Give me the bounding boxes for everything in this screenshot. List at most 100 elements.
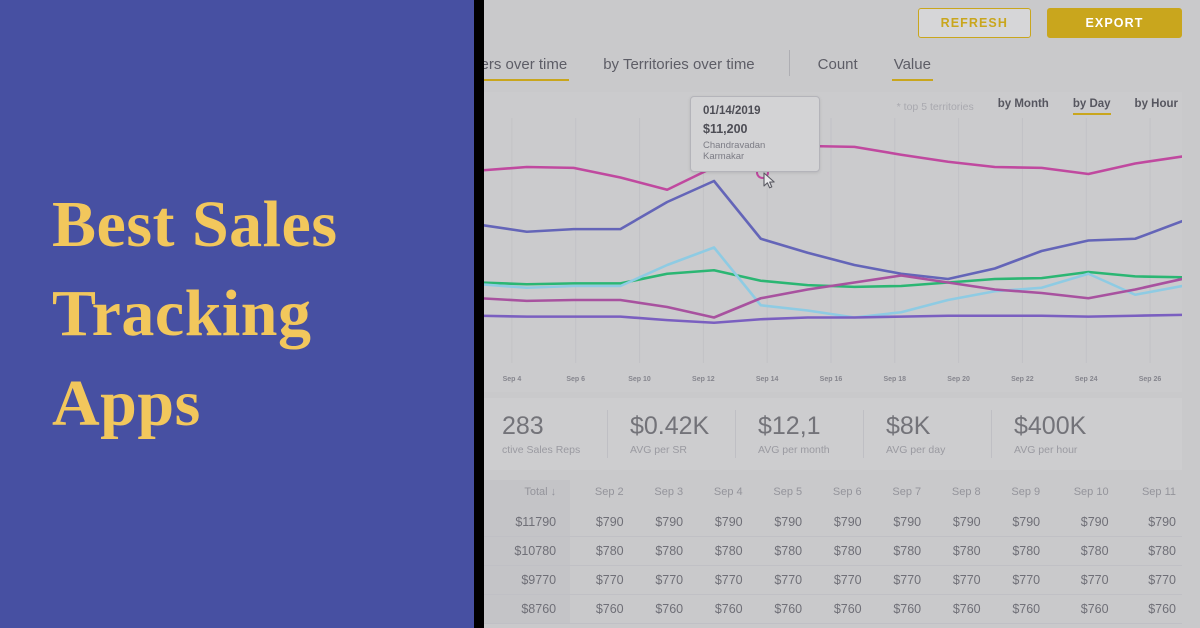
table-column-header[interactable]: Total ↓ [480, 480, 571, 508]
table-cell: $780 [774, 544, 803, 558]
table-cell: $780 [595, 544, 624, 558]
export-button[interactable]: EXPORT [1047, 8, 1182, 38]
line-chart: * top 5 territories by Month by Day by H… [480, 92, 1182, 392]
table-cell: $760 [714, 602, 743, 616]
table-cell: $790 [595, 515, 624, 529]
promo-title: Best Sales Tracking Apps [52, 188, 338, 440]
table-cell: $760 [774, 602, 803, 616]
table-cell: $760 [1012, 602, 1041, 616]
table-cell: $760 [893, 602, 922, 616]
table-cell: $790 [893, 515, 922, 529]
tab-value[interactable]: Value [891, 52, 934, 82]
table-header-row: Total ↓ Sep 2 Sep 3 Sep 4 Sep 5 Sep 6 Sep 7 Sep… [480, 480, 1182, 508]
table-row[interactable]: $8760 $760 $760 $760 $760 $760 $760 $760 $760 $76… [480, 594, 1182, 624]
table-column-header[interactable]: Sep 4 [689, 480, 749, 508]
tooltip-value: $11,200 [703, 122, 748, 136]
table-cell: $770 [1012, 573, 1041, 587]
x-axis-tick: Sep 24 [1074, 376, 1098, 383]
kpi-value: $12,1 [758, 412, 821, 441]
promo-panel: Best Sales Tracking Apps [0, 0, 474, 628]
table-cell: $790 [774, 515, 803, 529]
table-cell: $770 [714, 573, 743, 587]
kpi-label: AVG per month [758, 443, 830, 456]
table-row[interactable]: $9770 $770 $770 $770 $770 $770 $770 $770 $770 $77… [480, 565, 1182, 595]
range-by-hour[interactable]: by Hour [1135, 98, 1178, 115]
table-cell: $770 [655, 573, 684, 587]
tab-count[interactable]: Count [816, 52, 860, 82]
nav-divider [788, 50, 790, 76]
table-cell: $790 [1012, 515, 1041, 529]
kpi-value: $8K [886, 412, 931, 441]
kpi-cell: $12,1 AVG per month [736, 410, 864, 458]
x-axis-tick: Sep 20 [947, 376, 970, 383]
table-column-header[interactable]: Sep 6 [808, 480, 868, 508]
table-cell: $790 [714, 515, 743, 529]
table-cell: $780 [833, 544, 862, 558]
table-column-header[interactable]: Sep 7 [868, 480, 928, 508]
kpi-value: 283 [502, 412, 544, 441]
x-axis-tick: Sep 18 [883, 376, 907, 383]
table-cell: $760 [1080, 602, 1109, 616]
table-cell: $780 [714, 544, 743, 558]
kpi-row: 283 ctive Sales Reps $0.42K AVG per SR $12,1… [480, 398, 1182, 470]
x-axis-tick: Sep 22 [1011, 376, 1034, 383]
table-row[interactable]: $10780 $780 $780 $780 $780 $780 $780 $780 $780 $7… [480, 536, 1182, 566]
x-axis-tick: Sep 16 [819, 376, 843, 383]
table-column-header[interactable]: Sep 9 [987, 480, 1047, 508]
table-cell: $780 [1148, 544, 1176, 558]
table-cell: $790 [833, 515, 862, 529]
table-cell: $790 [1148, 515, 1176, 529]
chart-plot-area [480, 118, 1182, 363]
table-cell: $790 [952, 515, 981, 529]
table-cell: $780 [1080, 544, 1109, 558]
x-axis-tick: Sep 12 [692, 376, 715, 383]
table-cell: $770 [1148, 573, 1176, 587]
table-column-header[interactable]: Sep 11 [1115, 480, 1182, 508]
refresh-button[interactable]: REFRESH [917, 8, 1031, 38]
range-by-day[interactable]: by Day [1072, 98, 1111, 115]
chart-tooltip: 01/14/2019 $11,200 Chandravadan Karmakar [690, 96, 820, 172]
kpi-label: AVG per SR [630, 443, 687, 456]
kpi-cell: $0.42K AVG per SR [608, 410, 736, 458]
x-axis-tick: Sep 4 [502, 376, 522, 383]
x-axis-tick: Sep 10 [628, 376, 651, 383]
x-axis-tick: Sep 26 [1138, 376, 1162, 383]
kpi-cell: 283 ctive Sales Reps [480, 410, 608, 458]
table-cell: $780 [893, 544, 922, 558]
table-cell: $780 [952, 544, 981, 558]
tooltip-date: 01/14/2019 [703, 105, 761, 117]
table-column-header[interactable]: Sep 2 [570, 480, 630, 508]
chart-x-axis: Sep 4 Sep 6 Sep 10 Sep 12 Sep 14 Sep 16 Sep 18… [480, 376, 1182, 390]
x-axis-tick: Sep 14 [755, 376, 779, 383]
table-column-header[interactable]: Sep 8 [927, 480, 987, 508]
table-cell: $790 [1080, 515, 1109, 529]
table-cell: $10780 [480, 536, 571, 566]
table-cell: $760 [595, 602, 624, 616]
chart-range-controls: * top 5 territories by Month by Day by H… [897, 98, 1178, 115]
table-cell: $790 [655, 515, 684, 529]
kpi-label: AVG per day [886, 443, 946, 456]
table-cell: $770 [774, 573, 803, 587]
table-cell: $770 [833, 573, 862, 587]
kpi-value: $0.42K [630, 412, 710, 441]
top-territories-note: * top 5 territories [896, 100, 974, 113]
kpi-cell: $8K AVG per day [864, 410, 992, 458]
table-cell: $760 [1148, 602, 1176, 616]
table-cell: $780 [1012, 544, 1041, 558]
tab-by-territories-over-time[interactable]: by Territories over time [601, 52, 756, 82]
table-column-header[interactable]: Sep 3 [630, 480, 690, 508]
table-cell: $770 [893, 573, 922, 587]
table-cell: $770 [1080, 573, 1109, 587]
mouse-cursor-icon [763, 172, 775, 189]
table-column-header[interactable]: Sep 10 [1046, 480, 1114, 508]
table-row[interactable]: $11790 $790 $790 $790 $790 $790 $790 $790 $790 $7… [480, 508, 1182, 537]
table-cell: $9770 [480, 565, 571, 595]
table-column-header[interactable]: Sep 5 [749, 480, 809, 508]
table-body: $11790 $790 $790 $790 $790 $790 $790 $790 $790 $7… [480, 508, 1182, 624]
table-cell: $760 [833, 602, 862, 616]
tooltip-series-name: Chandravadan Karmakar [703, 140, 766, 162]
range-by-month[interactable]: by Month [998, 98, 1049, 115]
table-cell: $760 [952, 602, 981, 616]
kpi-label: ctive Sales Reps [502, 443, 581, 456]
sales-data-table: Total ↓ Sep 2 Sep 3 Sep 4 Sep 5 Sep 6 Sep 7 Sep… [480, 480, 1182, 624]
